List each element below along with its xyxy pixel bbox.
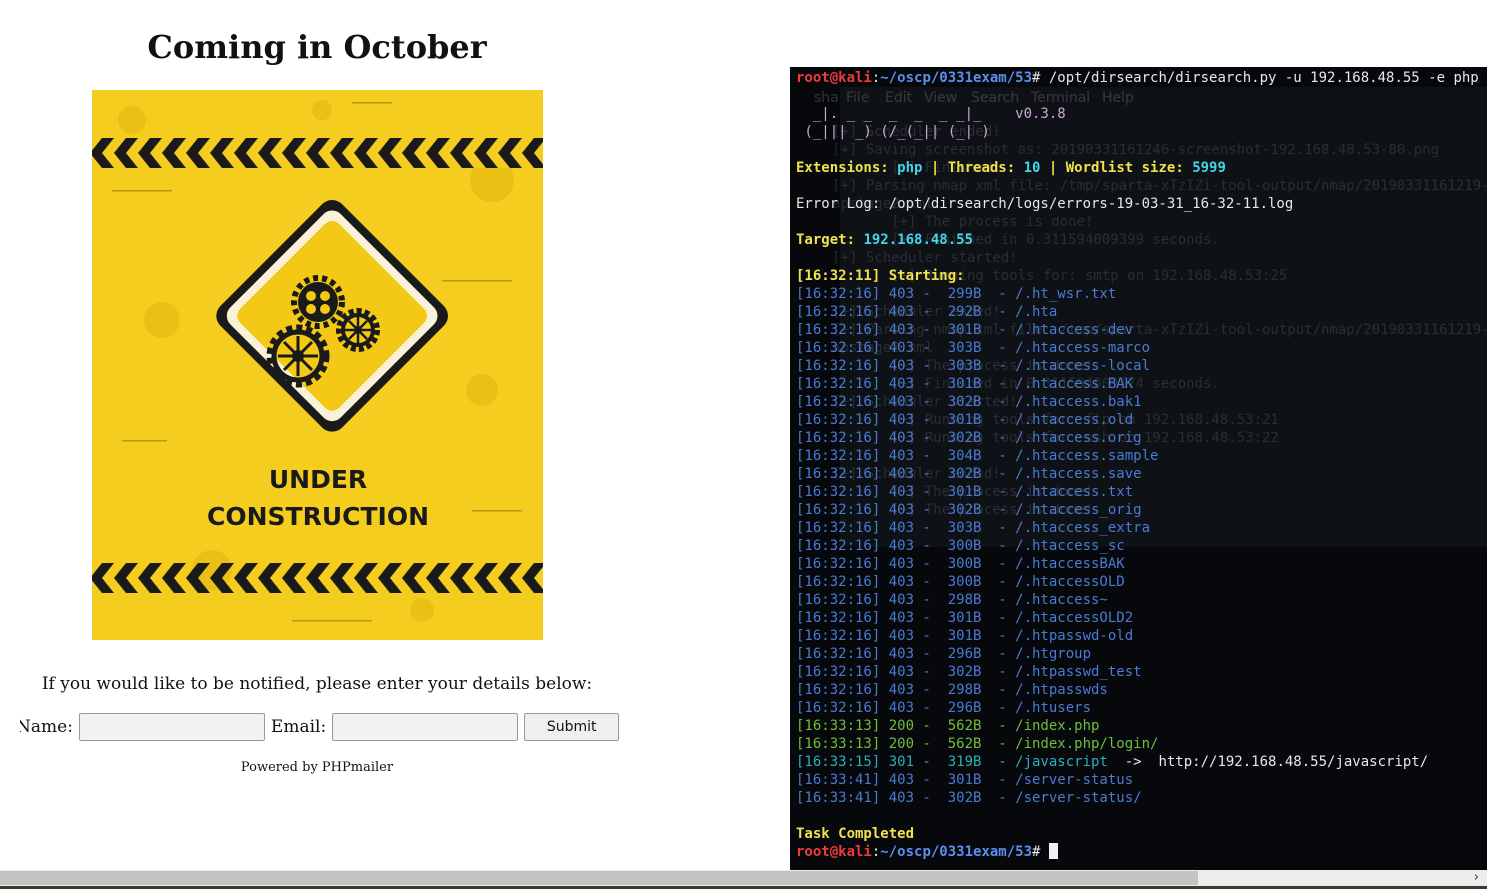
result-row: [16:32:16] 403 - 296B - /.htgroup (796, 645, 1091, 663)
starting-line: [16:32:11] Starting: (796, 268, 974, 284)
terminal-window[interactable]: sha File Edit View Search Terminal Help … (790, 67, 1487, 870)
command-text: /opt/dirsearch/dirsearch.py -u 192.168.4… (1048, 70, 1479, 86)
result-row: [16:33:41] 403 - 301B - /server-status (796, 771, 1133, 789)
result-text: [16:33:15] 301 - 319B - /javascript (796, 754, 1125, 770)
config-line: Extensions: php | Threads: 10 | Wordlist… (796, 160, 1226, 176)
result-text: [16:33:13] 200 - 562B - /index.php (796, 718, 1100, 734)
task-completed-line: Task Completed (796, 826, 915, 842)
result-text: [16:32:16] 403 - 301B - /.htaccessOLD2 (796, 610, 1134, 626)
result-row: [16:32:16] 403 - 296B - /.htusers (796, 699, 1091, 717)
background-log-line: [+] Scheduler started! (790, 250, 1018, 266)
scrollbar-thumb[interactable] (0, 871, 1198, 885)
under-construction-illustration: UNDER CONSTRUCTION (92, 90, 543, 640)
result-text: [16:32:16] 403 - 299B - /.ht_wsr.txt (796, 286, 1117, 302)
result-row: [16:32:16] 403 - 301B - /.htpasswd-old (796, 627, 1133, 645)
top-hazard-stripe (92, 138, 543, 168)
background-log-line: [+] The process is done! (790, 214, 1094, 230)
result-text: [16:32:16] 403 - 301B - /.htaccess.BAK (796, 376, 1134, 392)
result-row: [16:32:16] 403 - 302B - /.htaccess.orig (796, 429, 1142, 447)
result-row: [16:32:16] 403 - 302B - /.htaccess.bak1 (796, 393, 1142, 411)
wordlist-value: 5999 (1192, 160, 1226, 176)
result-row: [16:33:13] 200 - 562B - /index.php/login… (796, 735, 1158, 753)
webpage: Coming in October UNDER CONSTRUCTION If … (0, 0, 790, 870)
scroll-right-icon[interactable]: › (1474, 870, 1479, 885)
result-row: [16:32:16] 403 - 298B - /.htaccess~ (796, 591, 1108, 609)
result-text: [16:32:16] 403 - 303B - /.htaccess_extra (796, 520, 1151, 536)
result-row: [16:32:16] 403 - 302B - /.htaccess.save (796, 465, 1142, 483)
result-row: [16:32:16] 403 - 301B - /.htaccess-dev (796, 321, 1133, 339)
background-log-line: [+] Parsing nmap xml file: /tmp/sparta-x… (790, 178, 1487, 194)
result-text: [16:32:16] 403 - 300B - /.htaccessBAK (796, 556, 1125, 572)
result-text: [16:32:16] 403 - 302B - /.htaccess.orig (796, 430, 1142, 446)
extensions-value: php (897, 160, 923, 176)
name-input[interactable] (78, 713, 265, 741)
result-row: [16:32:16] 403 - 299B - /.ht_wsr.txt (796, 285, 1116, 303)
error-log-line: Error Log: /opt/dirsearch/logs/errors-19… (796, 196, 1294, 212)
result-row: [16:32:16] 403 - 300B - /.htaccessOLD (796, 573, 1125, 591)
result-row: [16:32:16] 403 - 301B - /.htaccess.old (796, 411, 1133, 429)
result-row: [16:33:15] 301 - 319B - /javascript -> h… (796, 753, 1428, 771)
command-line: root@kali:~/oscp/0331exam/53# /opt/dirse… (796, 70, 1479, 86)
result-row: [16:32:16] 403 - 301B - /.htaccess.BAK (796, 375, 1133, 393)
result-text: [16:32:16] 403 - 303B - /.htaccess-marco (796, 340, 1151, 356)
result-text: [16:32:16] 403 - 298B - /.htpasswds (796, 682, 1108, 698)
result-text: [16:33:41] 403 - 302B - /server-status/ (796, 790, 1142, 806)
result-text: [16:33:13] 200 - 562B - /index.php/login… (796, 736, 1159, 752)
result-text: [16:32:16] 403 - 296B - /.htgroup (796, 646, 1092, 662)
email-input[interactable] (332, 713, 519, 741)
result-row: [16:33:13] 200 - 562B - /index.php (796, 717, 1099, 735)
result-text: [16:32:16] 403 - 300B - /.htaccessOLD (796, 574, 1125, 590)
sign-text-construction: CONSTRUCTION (207, 502, 429, 531)
final-prompt-line: root@kali:~/oscp/0331exam/53# (796, 843, 1058, 861)
dirsearch-logo-line2: (_||| _) (/_(_|| (_| ) (796, 124, 990, 140)
redirect-target: -> http://192.168.48.55/javascript/ (1124, 754, 1429, 770)
result-row: [16:32:16] 403 - 300B - /.htaccessBAK (796, 555, 1125, 573)
submit-button[interactable]: Submit (524, 713, 620, 741)
prompt-user: root@kali (796, 70, 872, 86)
result-text: [16:32:16] 403 - 301B - /.htpasswd-old (796, 628, 1134, 644)
result-text: [16:32:16] 403 - 301B - /.htaccess.txt (796, 484, 1134, 500)
result-row: [16:32:16] 403 - 298B - /.htpasswds (796, 681, 1108, 699)
result-row: [16:32:16] 403 - 301B - /.htaccessOLD2 (796, 609, 1133, 627)
target-line: Target: 192.168.48.55 (796, 232, 974, 248)
result-text: [16:32:16] 403 - 302B - /.htpasswd_test (796, 664, 1142, 680)
name-label: Name: (20, 717, 73, 737)
result-text: [16:32:16] 403 - 292B - /.hta (796, 304, 1058, 320)
notify-form: Name: Email: Submit (20, 710, 630, 744)
result-text: [16:32:16] 403 - 301B - /.htaccess.old (796, 412, 1134, 428)
result-row: [16:32:16] 403 - 303B - /.htaccess-marco (796, 339, 1150, 357)
result-text: [16:32:16] 403 - 301B - /.htaccess-dev (796, 322, 1134, 338)
notify-text: If you would like to be notified, please… (41, 674, 593, 694)
result-row: [16:32:16] 403 - 302B - /.htaccess_orig (796, 501, 1142, 519)
page-title: Coming in October (147, 28, 487, 66)
powered-by-text: Powered by PHPmailer (240, 760, 394, 775)
result-text: [16:32:16] 403 - 302B - /.htaccess.bak1 (796, 394, 1142, 410)
target-value: 192.168.48.55 (863, 232, 974, 248)
result-text: [16:32:16] 403 - 303B - /.htaccess-local (796, 358, 1151, 374)
prompt-path: ~/oscp/0331exam/53 (880, 70, 1033, 86)
result-text: [16:33:41] 403 - 301B - /server-status (796, 772, 1134, 788)
result-text: [16:32:16] 403 - 302B - /.htaccess_orig (796, 502, 1142, 518)
result-row: [16:32:16] 403 - 292B - /.hta (796, 303, 1057, 321)
result-row: [16:32:16] 403 - 304B - /.htaccess.sampl… (796, 447, 1158, 465)
under-construction-image: UNDER CONSTRUCTION (92, 90, 543, 640)
email-label: Email: (270, 717, 327, 737)
result-row: [16:32:16] 403 - 300B - /.htaccess_sc (796, 537, 1125, 555)
result-row: [16:32:16] 403 - 302B - /.htpasswd_test (796, 663, 1142, 681)
result-text: [16:32:16] 403 - 296B - /.htusers (796, 700, 1092, 716)
threads-value: 10 (1023, 160, 1041, 176)
dirsearch-logo-line1: _|. _ _ _ _ _ _|_ v0.3.8 (796, 106, 1066, 122)
result-text: [16:32:16] 403 - 304B - /.htaccess.sampl… (796, 448, 1159, 464)
result-text: [16:32:16] 403 - 302B - /.htaccess.save (796, 466, 1142, 482)
result-text: [16:32:16] 403 - 300B - /.htaccess_sc (796, 538, 1125, 554)
result-row: [16:32:16] 403 - 303B - /.htaccess-local (796, 357, 1150, 375)
result-row: [16:33:41] 403 - 302B - /server-status/ (796, 789, 1142, 807)
background-log-line: [+] Saving screenshot as: 20190331161246… (790, 142, 1440, 158)
terminal-cursor (1048, 843, 1058, 859)
result-text: [16:32:16] 403 - 298B - /.htaccess~ (796, 592, 1108, 608)
sign-text-under: UNDER (269, 465, 367, 494)
result-row: [16:32:16] 403 - 301B - /.htaccess.txt (796, 483, 1133, 501)
result-row: [16:32:16] 403 - 303B - /.htaccess_extra (796, 519, 1150, 537)
